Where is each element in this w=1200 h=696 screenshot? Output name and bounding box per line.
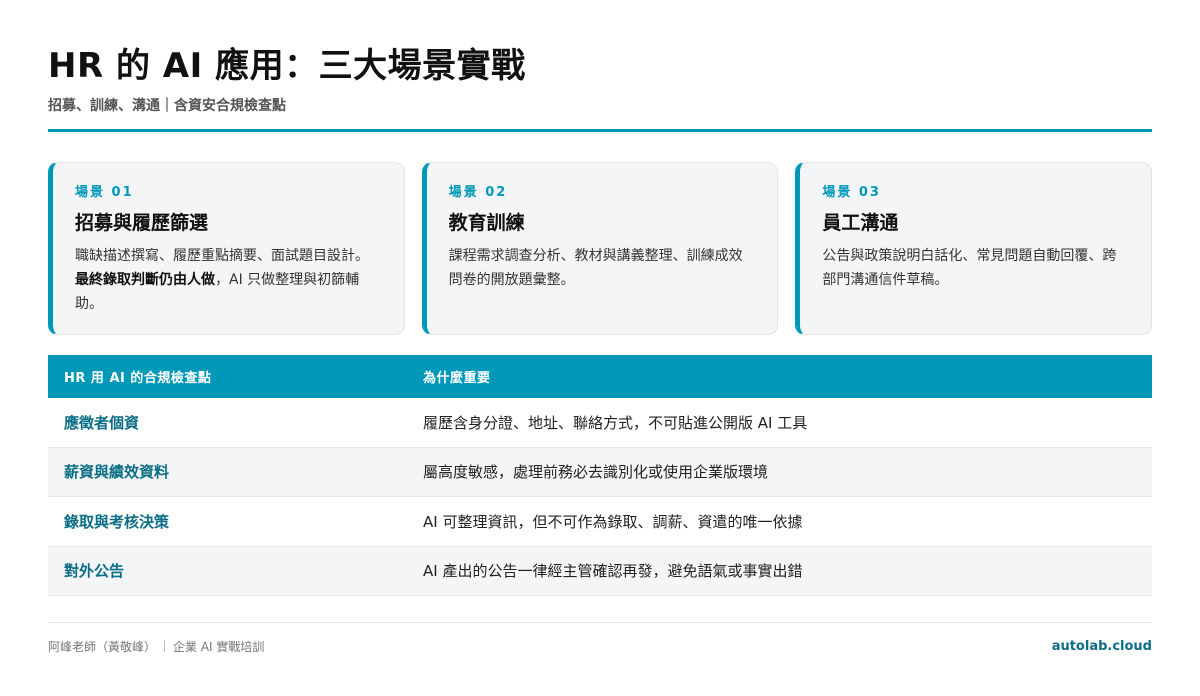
table-cell-checkpoint: 應徵者個資 bbox=[64, 413, 140, 432]
card-description: 課程需求調查分析、教材與講義整理、訓練成效問卷的開放題彙整。 bbox=[448, 248, 743, 288]
page-title: HR 的 AI 應用：三大場景實戰 bbox=[48, 46, 526, 86]
card-tag: 場景 02 bbox=[448, 185, 508, 200]
scenario-card-training: 場景 02 教育訓練 課程需求調查分析、教材與講義整理、訓練成效問卷的開放題彙整… bbox=[421, 162, 779, 335]
footer-author: 阿峰老師（黃敬峰） bbox=[48, 640, 157, 654]
table-cell-reason: AI 可整理資訊，但不可作為錄取、調薪、資遣的唯一依據 bbox=[423, 512, 803, 531]
table-cell-checkpoint: 對外公告 bbox=[64, 562, 125, 581]
table-cell-reason: 屬高度敏感，處理前務必去識別化或使用企業版環境 bbox=[423, 463, 769, 482]
card-title: 員工溝通 bbox=[822, 212, 899, 234]
card-desc-emphasis: 最終錄取判斷仍由人做 bbox=[75, 272, 215, 288]
card-title: 教育訓練 bbox=[448, 212, 525, 234]
table-cell-checkpoint: 錄取與考核決策 bbox=[64, 512, 170, 531]
footer-separator bbox=[164, 640, 166, 652]
header-divider bbox=[48, 129, 1152, 132]
scenario-cards: 場景 01 招募與履歷篩選 職缺描述撰寫、履歷重點摘要、面試題目設計。 最終錄取… bbox=[48, 162, 1153, 335]
table-row: 薪資與績效資料 屬高度敏感，處理前務必去識別化或使用企業版環境 bbox=[48, 447, 1152, 497]
footer-course: 企業 AI 實戰培訓 bbox=[173, 640, 265, 654]
footer-credit: 阿峰老師（黃敬峰） 企業 AI 實戰培訓 bbox=[48, 638, 264, 656]
table-row: 對外公告 AI 產出的公告一律經主管確認再發，避免語氣或事實出錯 bbox=[48, 546, 1152, 596]
table-header: HR 用 AI 的合規檢查點 為什麼重要 bbox=[48, 355, 1152, 398]
column-header-reason: 為什麼重要 bbox=[423, 371, 491, 386]
card-tag: 場景 01 bbox=[75, 185, 134, 200]
card-description: 公告與政策說明白話化、常見問題自動回覆、跨部門溝通信件草稿。 bbox=[822, 248, 1117, 288]
column-header-checkpoint: HR 用 AI 的合規檢查點 bbox=[64, 371, 212, 386]
table-cell-reason: 履歷含身分證、地址、聯絡方式，不可貼進公開版 AI 工具 bbox=[423, 413, 808, 432]
card-description: 職缺描述撰寫、履歷重點摘要、面試題目設計。 最終錄取判斷仍由人做，AI 只做整理… bbox=[75, 244, 382, 316]
scenario-card-recruitment: 場景 01 招募與履歷篩選 職缺描述撰寫、履歷重點摘要、面試題目設計。 最終錄取… bbox=[48, 162, 405, 335]
card-tag: 場景 03 bbox=[822, 185, 881, 200]
table-cell-checkpoint: 薪資與績效資料 bbox=[64, 463, 170, 482]
footer-site-link[interactable]: autolab.cloud bbox=[1052, 638, 1152, 656]
compliance-table: HR 用 AI 的合規檢查點 為什麼重要 應徵者個資 履歷含身分證、地址、聯絡方… bbox=[48, 355, 1152, 596]
card-title: 招募與履歷篩選 bbox=[75, 212, 209, 234]
page-subtitle: 招募、訓練、溝通｜含資安合規檢查點 bbox=[48, 98, 286, 114]
card-desc-text: 職缺描述撰寫、履歷重點摘要、面試題目設計。 bbox=[75, 248, 369, 264]
table-row: 應徵者個資 履歷含身分證、地址、聯絡方式，不可貼進公開版 AI 工具 bbox=[48, 398, 1152, 448]
scenario-card-communication: 場景 03 員工溝通 公告與政策說明白話化、常見問題自動回覆、跨部門溝通信件草稿… bbox=[795, 162, 1153, 335]
footer-divider bbox=[48, 622, 1152, 623]
table-row: 錄取與考核決策 AI 可整理資訊，但不可作為錄取、調薪、資遣的唯一依據 bbox=[48, 497, 1152, 547]
table-cell-reason: AI 產出的公告一律經主管確認再發，避免語氣或事實出錯 bbox=[423, 562, 803, 581]
